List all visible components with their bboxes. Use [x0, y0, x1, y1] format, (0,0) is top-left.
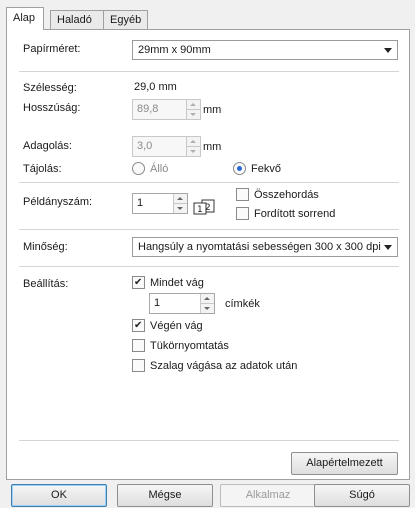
arrow-up-icon: [204, 297, 210, 300]
divider: [174, 203, 187, 204]
mirror-print-checkbox[interactable]: [132, 339, 145, 352]
settings-label: Beállítás:: [23, 278, 69, 290]
labels-spinner[interactable]: 1: [149, 293, 215, 314]
length-unit: mm: [203, 104, 222, 116]
divider: [201, 303, 214, 304]
chevron-down-icon: [384, 48, 392, 53]
feed-spinner[interactable]: 3,0: [132, 136, 201, 157]
orientation-label: Tájolás:: [23, 163, 62, 175]
quality-select[interactable]: Hangsúly a nyomtatási sebességen 300 x 3…: [132, 237, 398, 257]
ok-button-label: OK: [51, 489, 67, 501]
landscape-label: Fekvő: [251, 163, 281, 175]
tab-other[interactable]: Egyéb: [103, 10, 148, 29]
portrait-radio[interactable]: [132, 162, 145, 175]
apply-button-label: Alkalmaz: [245, 489, 291, 501]
arrow-up-icon: [190, 103, 196, 106]
separator: [19, 182, 399, 183]
cancel-button-label: Mégse: [148, 489, 182, 501]
spinner-buttons[interactable]: [186, 100, 200, 119]
paper-size-value: 29mm x 90mm: [138, 44, 211, 56]
spinner-buttons[interactable]: [173, 194, 187, 213]
width-label: Szélesség:: [23, 82, 77, 94]
collate-label: Összehordás: [254, 189, 319, 201]
reverse-order-label: Fordított sorrend: [254, 208, 336, 220]
svg-text:1: 1: [197, 205, 203, 215]
arrow-up-icon: [177, 197, 183, 200]
copies-label: Példányszám:: [23, 196, 93, 208]
paper-size-select[interactable]: 29mm x 90mm: [132, 40, 398, 60]
arrow-down-icon: [190, 113, 196, 116]
chevron-down-icon: [384, 245, 392, 250]
separator: [19, 440, 399, 441]
quality-label: Minőség:: [23, 241, 68, 253]
tab-basic[interactable]: Alap: [6, 7, 44, 30]
tab-advanced[interactable]: Haladó: [50, 10, 104, 29]
labels-unit: címkék: [225, 298, 260, 310]
divider: [187, 146, 200, 147]
mirror-print-label: Tükörnyomtatás: [150, 340, 229, 352]
tab-advanced-label: Haladó: [57, 14, 92, 26]
paper-size-label: Papírméret:: [23, 43, 81, 55]
cut-end-label: Végén vág: [150, 320, 203, 332]
labels-value: 1: [154, 297, 161, 309]
length-value: 89,8: [137, 103, 159, 115]
defaults-button-label: Alapértelmezett: [306, 457, 383, 469]
help-button-label: Súgó: [349, 489, 375, 501]
spinner-buttons[interactable]: [200, 294, 214, 313]
collate-icon: 2 1: [193, 199, 215, 215]
cut-end-checkbox[interactable]: [132, 319, 145, 332]
cancel-button[interactable]: Mégse: [117, 484, 213, 507]
help-button[interactable]: Súgó: [314, 484, 410, 507]
length-spinner[interactable]: 89,8: [132, 99, 201, 120]
feed-label: Adagolás:: [23, 140, 72, 152]
apply-button[interactable]: Alkalmaz: [220, 484, 316, 507]
reverse-order-checkbox[interactable]: [236, 207, 249, 220]
feed-unit: mm: [203, 141, 222, 153]
tab-basic-label: Alap: [13, 12, 36, 24]
basic-tab-panel: Papírméret: 29mm x 90mm Szélesség: 29,0 …: [6, 29, 410, 480]
defaults-button[interactable]: Alapértelmezett: [291, 452, 398, 475]
cut-all-label: Mindet vág: [150, 277, 204, 289]
collate-checkbox[interactable]: [236, 188, 249, 201]
separator: [19, 266, 399, 267]
quality-value: Hangsúly a nyomtatási sebességen 300 x 3…: [138, 241, 381, 253]
tab-strip: Alap Haladó Egyéb: [6, 7, 410, 30]
arrow-down-icon: [204, 307, 210, 310]
length-label: Hosszúság:: [23, 102, 81, 114]
feed-value: 3,0: [137, 140, 153, 152]
cut-after-data-label: Szalag vágása az adatok után: [150, 360, 298, 372]
cut-all-checkbox[interactable]: [132, 276, 145, 289]
spinner-buttons[interactable]: [186, 137, 200, 156]
arrow-up-icon: [190, 140, 196, 143]
ok-button[interactable]: OK: [11, 484, 107, 507]
width-value: 29,0 mm: [134, 81, 177, 93]
copies-value: 1: [137, 197, 144, 209]
separator: [19, 229, 399, 230]
tab-other-label: Egyéb: [110, 14, 142, 26]
landscape-radio[interactable]: [233, 162, 246, 175]
arrow-down-icon: [177, 207, 183, 210]
separator: [19, 71, 399, 72]
copies-spinner[interactable]: 1: [132, 193, 188, 214]
divider: [187, 109, 200, 110]
portrait-label: Álló: [150, 163, 169, 175]
arrow-down-icon: [190, 150, 196, 153]
cut-after-data-checkbox[interactable]: [132, 359, 145, 372]
